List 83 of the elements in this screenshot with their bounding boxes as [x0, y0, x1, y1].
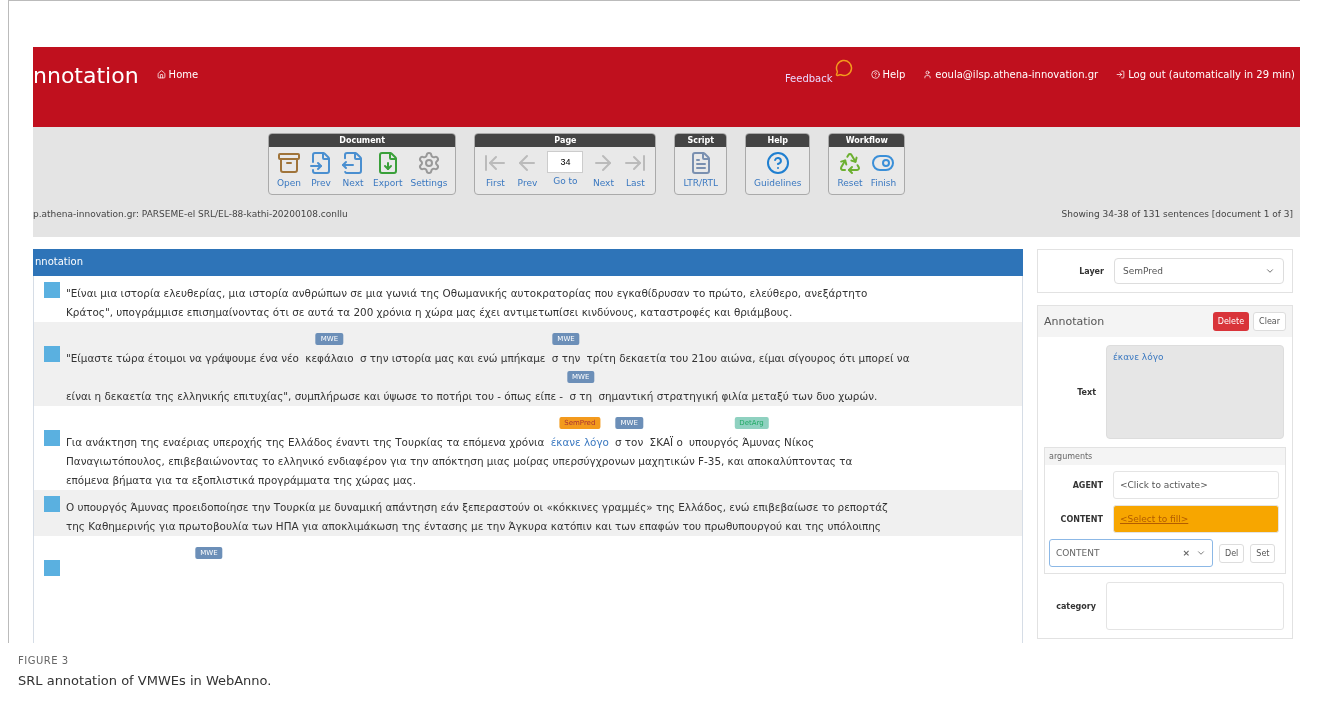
group-title: Page [475, 134, 656, 147]
annotated-text[interactable]: έκανε λόγο [550, 436, 609, 448]
sentence-range: Showing 34-38 of 131 sentences [document 1 of 3] [1061, 209, 1293, 219]
group-title: Document [269, 134, 456, 147]
sentence-marker[interactable] [44, 496, 60, 512]
help-link[interactable]: Help [870, 69, 906, 80]
group-title: Script [675, 134, 727, 147]
toolbar-button[interactable]: Prev [515, 151, 540, 188]
argument-field[interactable]: <Click to activate> [1113, 471, 1279, 499]
user-link[interactable]: eoula@ilsp.athena-innovation.gr [923, 69, 1099, 80]
layer-select[interactable]: SemPred [1114, 258, 1284, 284]
home-link[interactable]: Home [156, 69, 199, 80]
help-icon [765, 151, 790, 175]
help-icon [870, 70, 880, 79]
toolbar-button[interactable]: Next [591, 151, 616, 188]
annotated-text[interactable]: σ τη [569, 390, 593, 402]
category-field[interactable] [1106, 582, 1284, 630]
panel-title: nnotation [33, 249, 1023, 276]
sentence-marker[interactable] [44, 282, 60, 298]
toolbar-button[interactable]: Prev [309, 151, 334, 188]
feedback-link[interactable]: Feedback [784, 73, 833, 84]
group-title: Workflow [829, 134, 905, 147]
toolbar-button[interactable]: Finish [870, 151, 897, 188]
annotated-text[interactable]: κεφάλαιο [305, 352, 354, 364]
sentence-text: τρίτη δεκαετία του 21ου αιώνα, είμαι σίγουρος ότι μπορεί να [585, 352, 910, 364]
page-number-field[interactable]: 34 [547, 151, 584, 173]
chat-icon[interactable] [834, 59, 853, 77]
sentence-text: είναι η δεκαετία της ελληνικής επιτυχίας", συμπλήρωσε και ύψωσε το ποτήρι του - όπως είπε - [66, 390, 565, 402]
toolbar-button[interactable]: Reset [837, 151, 863, 188]
sentence-text: της Καθημερινής για πρωτοβουλία των ΗΠΑ για αποκλιμάκωση της έντασης με την Άγκυρα κατόπιν και των επαφών του πρωθυπουργού και της υπόλοιπης [66, 520, 881, 532]
logout-icon [1116, 70, 1126, 79]
toolbar-button[interactable]: Next [341, 151, 366, 188]
fieldset-legend: arguments [1045, 448, 1285, 465]
toolbar-button[interactable]: Last [623, 151, 648, 188]
toolbar-button[interactable]: Go to [553, 176, 578, 186]
delete-button[interactable]: Delete [1212, 312, 1250, 331]
settings-icon [416, 151, 441, 175]
archive-icon [277, 151, 301, 175]
app-title: nnotation [33, 63, 139, 88]
annotated-text[interactable]: σ την [551, 352, 581, 364]
field-label: category [1055, 601, 1096, 611]
sentence-text: Για ανάκτηση της εναέριας υπεροχής της Ελλάδος έναντι της Τουρκίας τα επόμενα χρόνια [66, 436, 546, 448]
toolbar-button[interactable]: Guidelines [754, 151, 802, 188]
sentence-marker[interactable] [44, 560, 60, 576]
logout-link[interactable]: Log out (automatically in 29 min) [1116, 69, 1295, 80]
toolbar-button[interactable]: Open [277, 151, 302, 188]
caret-icon [1196, 548, 1206, 558]
recycle-icon [838, 151, 863, 175]
field-label: AGENT [1071, 480, 1103, 490]
caret-icon [1265, 266, 1275, 276]
field-label: CONTENT [1059, 514, 1103, 524]
sentence-text: Κράτος", υπογράμμισε επισημαίνοντας ότι σε αυτά τα 200 χρόνια η χώρα μας έχει αντιμετωπίσει κινδύνους, καταστροφές και θριάμβους. [66, 306, 793, 318]
clear-button[interactable]: Clear [1253, 312, 1286, 331]
text-field[interactable]: έκανε λόγο [1106, 345, 1284, 439]
field-label: Layer [1078, 266, 1104, 276]
document-path: p.athena-innovation.gr: PARSEME-el SRL/EL-88-kathi-20200108.conllu [33, 209, 348, 219]
set-role-button[interactable]: Set [1250, 543, 1276, 563]
sentence-text: "Είναι μια ιστορία ελευθερίας, μια ιστορία ανθρώπων σε μια γωνιά της Οθωμανικής αυτοκρατορίας που εγκαθίδρυσαν το πρώτο, ελεύθερο, ανεξάρτητο [66, 287, 868, 299]
toolbar-button[interactable]: Export [373, 151, 403, 188]
argument-field[interactable]: <Select to fill> [1113, 505, 1279, 533]
sentence-text: σημαντική στρατηγική φιλία μεταξύ των δυο χωρών. [597, 390, 878, 402]
sentence-text: Παναγιωτόπουλος, επιβεβαιώνοντας το ελληνικό ενδιαφέρον για την απόκτηση μιας μοίρας υπερσύγχρονων μαχητικών F-35, και αποκαλύπτοντας τα [66, 455, 853, 467]
annotated-text[interactable]: σ τον [614, 436, 644, 448]
sentence-text: ΣΚΑΪ ο [648, 436, 684, 448]
toolbar-button[interactable]: Settings [410, 151, 448, 188]
user-icon [923, 70, 933, 79]
sentence-text: σ την ιστορία μας και ενώ μπήκαμε [358, 352, 547, 364]
sentence-text: "Είμαστε τώρα έτοιμοι να γράψουμε ένα νέο [66, 352, 300, 364]
figure-label: FIGURE 3 [18, 655, 70, 666]
home-icon [156, 70, 166, 79]
group-title: Help [746, 134, 810, 147]
delete-role-button[interactable]: Del [1219, 543, 1245, 563]
role-select[interactable]: CONTENT × [1049, 539, 1213, 567]
toolbar-button[interactable]: First [483, 151, 508, 188]
sentence-text: Ο υπουργός Άμυνας προειδοποίησε την Τουρκία με δυναμική απάντηση εάν ξεπεραστούν οι «κόκκινες γραμμές» της Ελλάδος, ενώ επιβεβαίωσε το ρεπορτάζ [66, 501, 888, 513]
figure-caption: SRL annotation of VMWEs in WebAnno. [18, 673, 273, 688]
field-label: Text [1076, 387, 1096, 397]
sentence-text: επόμενα βήματα για τα εξοπλιστικά προγράμματα της χώρας μας. [66, 474, 416, 486]
annotated-text[interactable]: υπουργός Άμυνας Νίκος [689, 436, 814, 448]
sentence-marker[interactable] [44, 346, 60, 362]
toolbar-button[interactable]: LTR/RTL [683, 151, 719, 188]
card-title: Annotation [1044, 315, 1106, 328]
sentence-marker[interactable] [44, 430, 60, 446]
